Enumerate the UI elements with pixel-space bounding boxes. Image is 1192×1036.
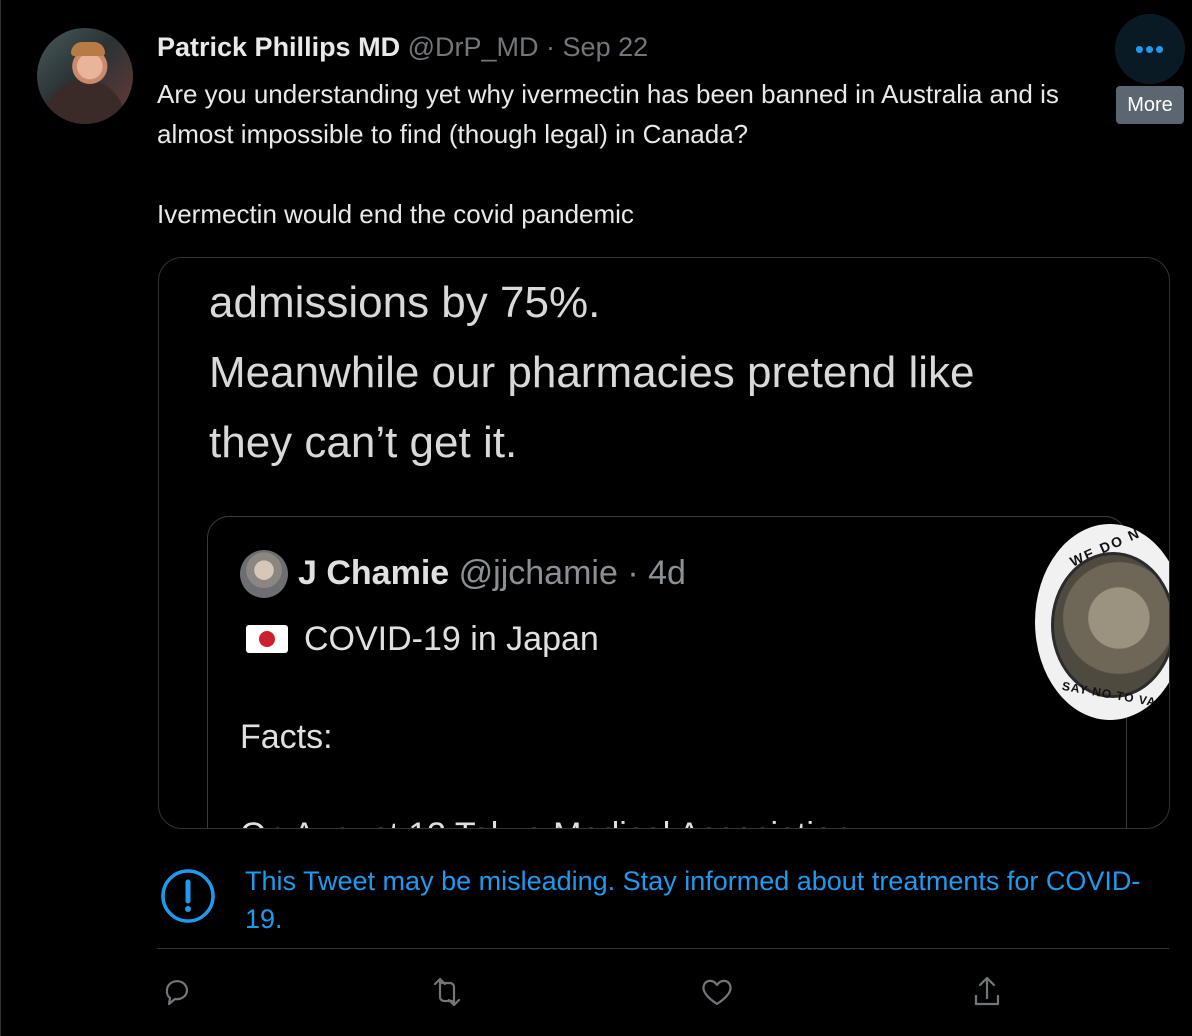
embedded-quote-card: J Chamie @jjchamie · 4d COVID-19 in Japa… bbox=[207, 516, 1127, 828]
media-line-1: admissions by 75%. bbox=[209, 278, 601, 327]
quote-cut-line: On August 13 Tokyo Medical Association bbox=[240, 813, 852, 828]
tweet-date[interactable]: Sep 22 bbox=[563, 32, 649, 62]
quote-header: J Chamie @jjchamie · 4d bbox=[298, 553, 686, 593]
tweet-text-paragraph-2: Ivermectin would end the covid pandemic bbox=[157, 199, 634, 229]
author-name[interactable]: Patrick Phillips MD bbox=[157, 32, 400, 62]
japan-flag-icon bbox=[246, 625, 288, 653]
header-separator: · bbox=[546, 32, 556, 62]
quote-age: 4d bbox=[648, 554, 686, 592]
quote-avatar bbox=[240, 550, 288, 598]
more-tooltip: More bbox=[1116, 86, 1184, 124]
reply-icon[interactable] bbox=[157, 970, 197, 1014]
tweet-actions-bar bbox=[157, 970, 1007, 1014]
stamp-gorilla-image bbox=[1051, 552, 1169, 698]
media-screenshot-text: admissions by 75%. Meanwhile our pharmac… bbox=[209, 268, 1149, 478]
quote-author-name: J Chamie bbox=[298, 554, 450, 592]
avatar-hair bbox=[71, 42, 105, 56]
quote-author-handle: @jjchamie bbox=[458, 554, 618, 592]
tweet[interactable]: Patrick Phillips MD @DrP_MD · Sep 22 Are… bbox=[0, 0, 1192, 1036]
more-button[interactable]: ••• bbox=[1115, 14, 1185, 84]
retweet-icon[interactable] bbox=[427, 970, 467, 1014]
like-icon[interactable] bbox=[697, 970, 737, 1014]
more-dots-icon: ••• bbox=[1134, 33, 1166, 64]
tweet-text: Are you understanding yet why ivermectin… bbox=[157, 74, 1117, 234]
exclamation-circle-icon bbox=[161, 869, 215, 923]
misleading-notice-link[interactable]: This Tweet may be misleading. Stay infor… bbox=[245, 862, 1155, 938]
author-avatar[interactable] bbox=[37, 28, 133, 124]
media-line-3: they can’t get it. bbox=[209, 418, 518, 467]
quote-title: COVID-19 in Japan bbox=[304, 620, 599, 658]
misleading-notice: This Tweet may be misleading. Stay infor… bbox=[157, 862, 1169, 949]
quote-facts-label: Facts: bbox=[240, 718, 333, 756]
tweet-header: Patrick Phillips MD @DrP_MD · Sep 22 bbox=[157, 30, 648, 64]
media-line-2: Meanwhile our pharmacies pretend like bbox=[209, 348, 975, 397]
quote-separator: · bbox=[627, 554, 639, 592]
author-handle[interactable]: @DrP_MD bbox=[408, 32, 539, 62]
tweet-media-image[interactable]: admissions by 75%. Meanwhile our pharmac… bbox=[158, 257, 1170, 829]
tweet-text-paragraph-1: Are you understanding yet why ivermectin… bbox=[157, 79, 1059, 149]
share-icon[interactable] bbox=[967, 970, 1007, 1014]
